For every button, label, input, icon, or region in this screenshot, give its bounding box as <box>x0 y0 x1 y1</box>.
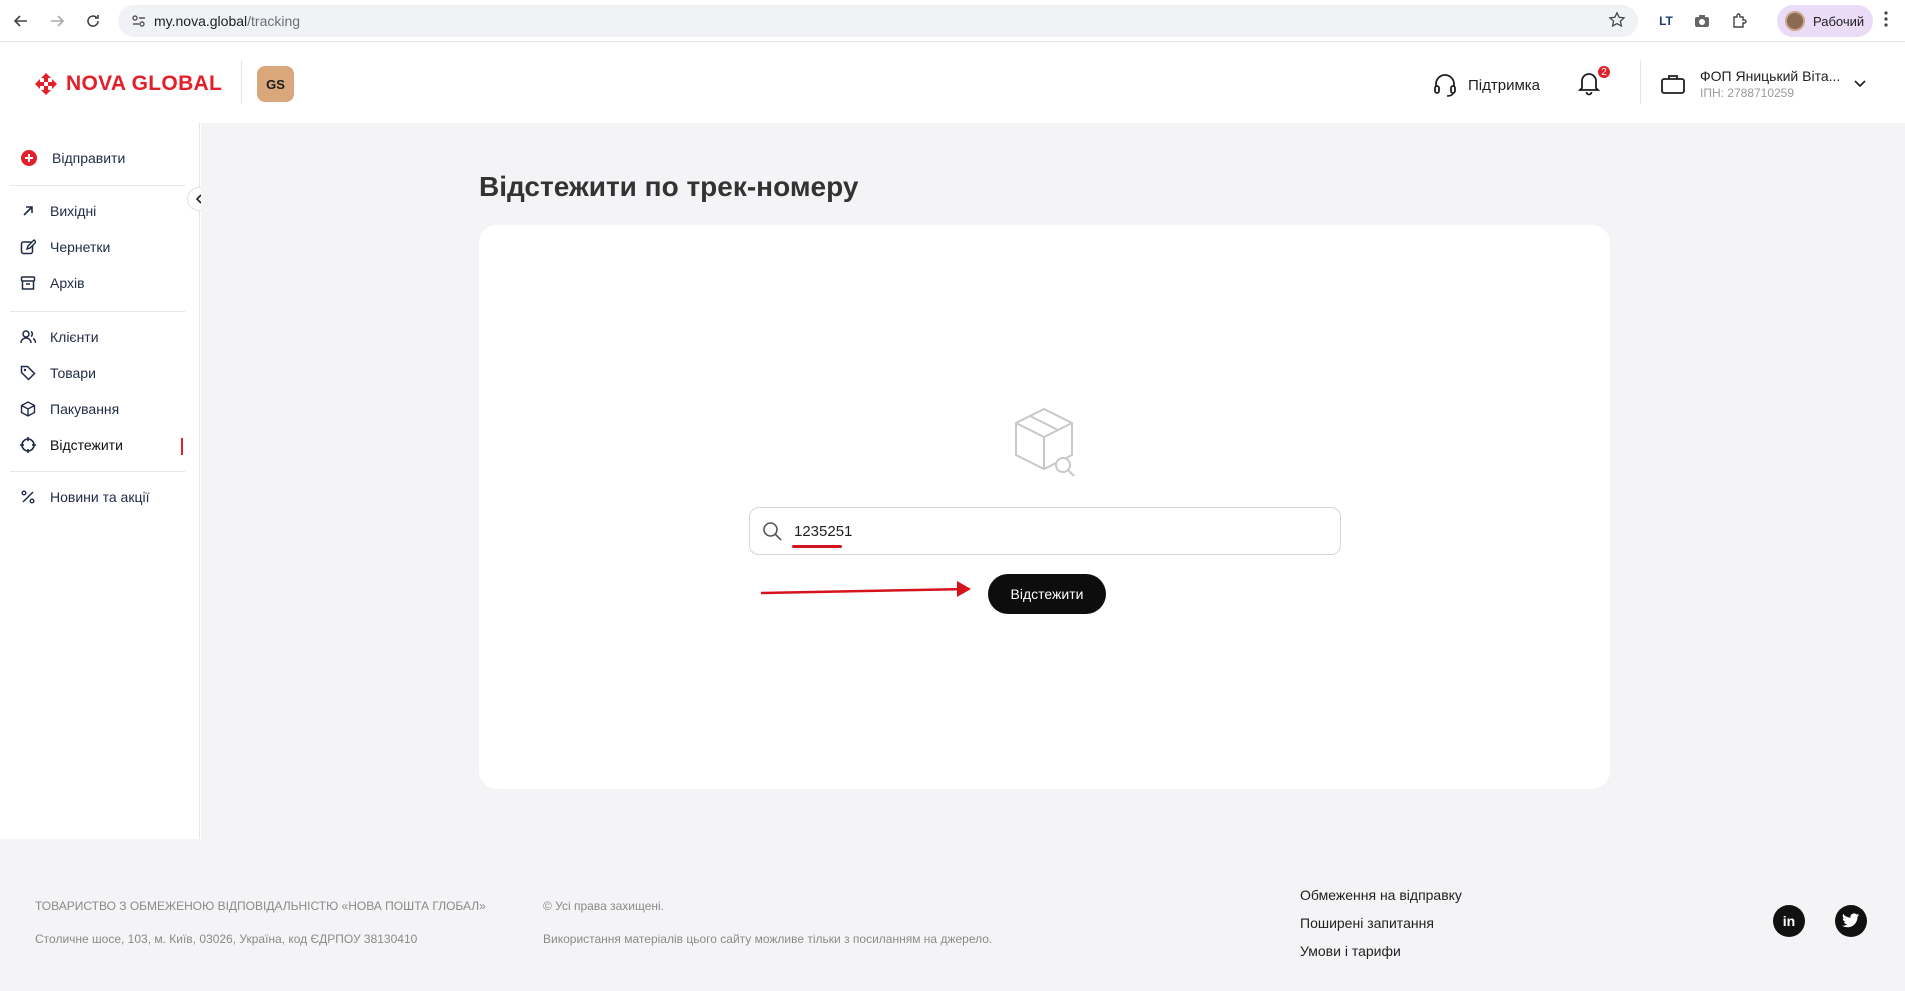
account-name: ФОП Яницький Віта... <box>1700 68 1841 84</box>
sidebar-divider <box>10 185 185 186</box>
browser-menu-icon[interactable] <box>1884 10 1888 33</box>
extension-lt-icon[interactable]: LT <box>1652 7 1680 35</box>
briefcase-icon <box>1661 75 1685 94</box>
tag-icon <box>20 365 36 381</box>
sidebar-item-label: Вихідні <box>50 203 97 219</box>
camera-icon[interactable] <box>1688 7 1716 35</box>
plus-circle-icon <box>21 150 37 166</box>
sidebar-divider <box>10 311 185 312</box>
sidebar-item-track[interactable]: Відстежити <box>20 437 123 453</box>
target-icon <box>20 437 36 453</box>
url-text: my.nova.global/tracking <box>154 13 301 29</box>
sidebar-item-label: Клієнти <box>50 329 99 345</box>
profile-label: Рабочий <box>1813 13 1865 29</box>
reload-icon[interactable] <box>78 6 108 36</box>
sidebar: Відправити Вихідні Чернетки Архів Клієнт… <box>0 123 200 839</box>
sidebar-item-label: Чернетки <box>50 239 111 255</box>
footer-link-tariffs[interactable]: Умови і тарифи <box>1300 943 1401 959</box>
account-switcher[interactable]: ФОП Яницький Віта... ІПН: 2788710259 <box>1660 68 1866 100</box>
sidebar-item-label: Архів <box>50 275 85 291</box>
footer-rights: © Усі права захищені. <box>543 899 665 913</box>
site-settings-icon[interactable] <box>124 14 154 28</box>
profile-button[interactable]: Рабочий <box>1777 5 1873 37</box>
archive-icon <box>20 276 36 290</box>
footer-usage: Використання матеріалів цього сайту можл… <box>543 932 993 946</box>
footer: ТОВАРИСТВО З ОБМЕЖЕНОЮ ВІДПОВІДАЛЬНІСТЮ … <box>0 839 1905 991</box>
header-divider-2 <box>1640 60 1641 104</box>
users-icon <box>20 330 36 344</box>
main-content: Відстежити по трек-номеру Відстежити <box>201 123 1905 839</box>
forward-icon[interactable] <box>42 6 72 36</box>
headset-icon <box>1434 74 1456 97</box>
sidebar-item-packaging[interactable]: Пакування <box>20 401 119 417</box>
gs-badge[interactable]: GS <box>257 66 294 102</box>
footer-link-restrictions[interactable]: Обмеження на відправку <box>1300 887 1462 903</box>
sidebar-item-drafts[interactable]: Чернетки <box>20 239 110 255</box>
box-search-icon <box>1009 405 1079 486</box>
sidebar-item-send[interactable]: Відправити <box>20 149 125 167</box>
sidebar-divider <box>10 471 185 472</box>
header-divider <box>241 60 242 104</box>
sidebar-item-archive[interactable]: Архів <box>20 275 85 291</box>
percent-icon <box>21 490 35 504</box>
arrow-up-right-icon <box>23 206 33 216</box>
back-icon[interactable] <box>6 6 36 36</box>
address-bar[interactable]: my.nova.global/tracking <box>118 5 1638 37</box>
support-label: Підтримка <box>1468 76 1541 94</box>
sidebar-item-label: Товари <box>50 365 96 381</box>
browser-toolbar: my.nova.global/tracking LT Рабочий <box>0 0 1905 42</box>
sidebar-item-outgoing[interactable]: Вихідні <box>20 203 96 219</box>
tracking-card: Відстежити <box>479 225 1610 789</box>
sidebar-item-label: Пакування <box>50 401 120 417</box>
sidebar-item-label: Відправити <box>52 150 126 166</box>
input-annotation-underline <box>792 545 842 548</box>
footer-company: ТОВАРИСТВО З ОБМЕЖЕНОЮ ВІДПОВІДАЛЬНІСТЮ … <box>35 899 486 913</box>
linkedin-icon[interactable]: in <box>1773 905 1805 937</box>
twitter-icon[interactable] <box>1835 905 1867 937</box>
sidebar-item-news[interactable]: Новини та акції <box>20 489 149 505</box>
avatar <box>1785 11 1805 31</box>
bookmark-star-icon[interactable] <box>1608 11 1626 34</box>
search-icon <box>763 522 782 541</box>
sidebar-item-label: Новини та акції <box>50 489 150 505</box>
support-button[interactable]: Підтримка <box>1432 72 1540 98</box>
sidebar-item-label: Відстежити <box>50 437 123 453</box>
package-icon <box>20 401 36 417</box>
notification-count-badge: 2 <box>1596 64 1612 80</box>
extensions-puzzle-icon[interactable] <box>1725 7 1753 35</box>
edit-icon <box>20 239 36 255</box>
chevron-down-icon <box>1854 80 1866 88</box>
page-title: Відстежити по трек-номеру <box>479 171 859 202</box>
app-header: NOVA GLOBAL GS Підтримка 2 ФОП Яницький … <box>0 42 1905 123</box>
active-indicator <box>181 438 183 455</box>
nova-global-logo[interactable]: NOVA GLOBAL <box>34 72 222 96</box>
annotation-arrow <box>760 581 971 597</box>
tracking-number-input[interactable] <box>794 522 1294 540</box>
logo-text: NOVA GLOBAL <box>66 72 223 95</box>
sidebar-item-clients[interactable]: Клієнти <box>20 329 99 345</box>
footer-address: Столичне шосе, 103, м. Київ, 03026, Укра… <box>35 932 418 946</box>
nova-logo-icon <box>35 73 57 95</box>
footer-link-faq[interactable]: Поширені запитання <box>1300 915 1434 931</box>
sidebar-item-goods[interactable]: Товари <box>20 365 96 381</box>
account-ipn: ІПН: 2788710259 <box>1700 86 1795 100</box>
track-button[interactable]: Відстежити <box>988 574 1106 614</box>
